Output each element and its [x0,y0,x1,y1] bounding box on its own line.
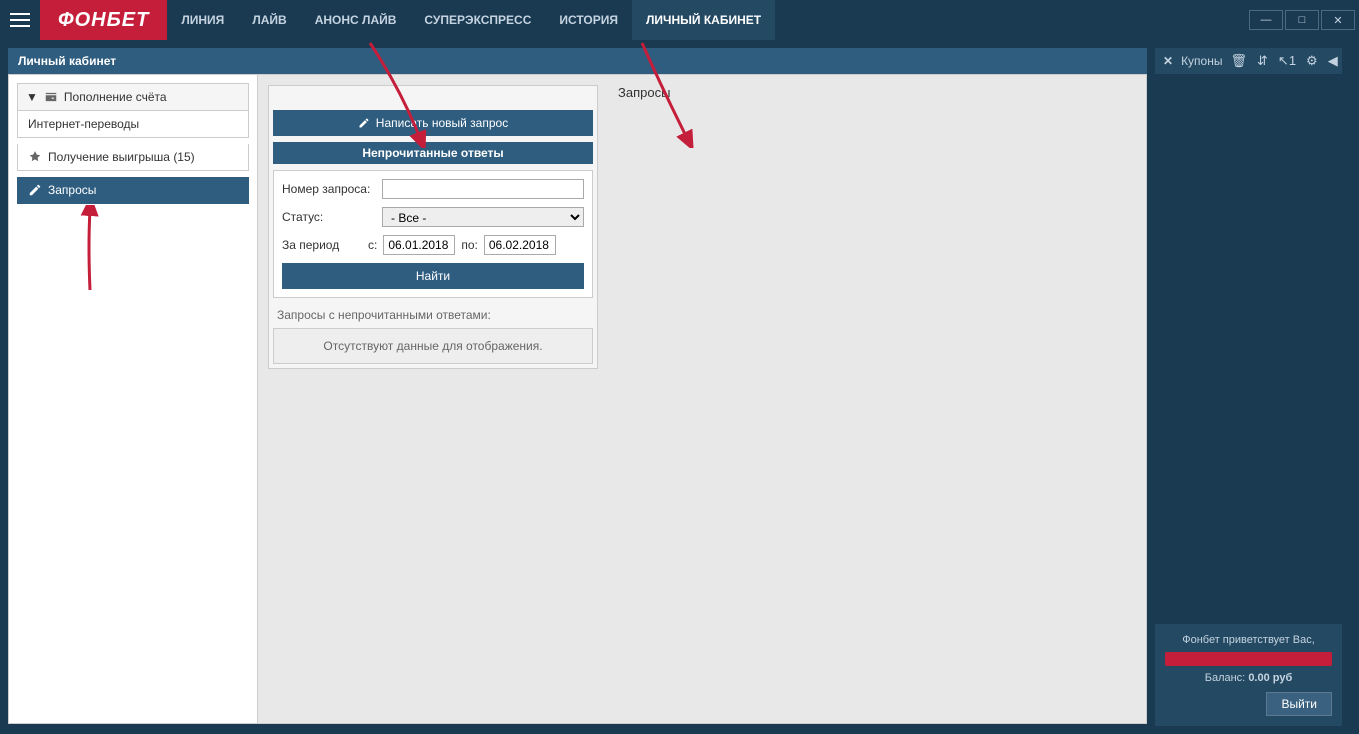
unread-answers-header: Непрочитанные ответы [273,142,593,164]
collapse-icon[interactable]: ◀ [1328,53,1338,69]
hamburger-menu[interactable] [0,0,40,40]
nav-live-announce[interactable]: АНОНС ЛАЙВ [301,0,411,40]
request-number-input[interactable] [382,179,584,199]
sidebar-item-transfers[interactable]: Интернет-переводы [17,111,249,138]
payout-icon [28,150,42,164]
search-button[interactable]: Найти [282,263,584,289]
close-coupons-icon[interactable]: ✕ [1163,54,1173,68]
wallet-icon [44,90,58,104]
nav-history[interactable]: ИСТОРИЯ [545,0,632,40]
sort-icon[interactable]: ⇵ [1257,53,1268,69]
panel-title: Личный кабинет [8,48,1147,74]
nav-live[interactable]: ЛАЙВ [238,0,300,40]
right-column: ✕ Купоны 🗑 ⇵ ↖1 ⚙ ◀ Фонбет приветствует … [1155,40,1350,734]
user-box: Фонбет приветствует Вас, Баланс: 0.00 ру… [1155,624,1342,726]
period-label: За период [282,238,362,252]
sidebar-item-requests[interactable]: Запросы [17,177,249,204]
chevron-down-icon: ▼ [26,90,38,104]
new-request-button[interactable]: Написать новый запрос [273,110,593,136]
sidebar: ▼ Пополнение счёта Интернет-переводы Пол… [9,75,257,723]
top-bar: ФОНБЕТ ЛИНИЯ ЛАЙВ АНОНС ЛАЙВ СУПЕРЭКСПРЕ… [0,0,1359,40]
sidebar-group-deposit[interactable]: ▼ Пополнение счёта [17,83,249,111]
date-to-input[interactable] [484,235,556,255]
logout-button[interactable]: Выйти [1266,692,1332,716]
pen-icon [28,183,42,197]
gear-icon[interactable]: ⚙ [1306,53,1318,69]
requests-heading: Запросы [618,85,670,100]
sidebar-item-payout[interactable]: Получение выигрыша (15) [17,144,249,171]
panel-body: ▼ Пополнение счёта Интернет-переводы Пол… [8,74,1147,724]
coupons-label: Купоны [1181,54,1222,68]
to-label: по: [461,238,478,252]
nav-superexpress[interactable]: СУПЕРЭКСПРЕСС [410,0,545,40]
minimize-button[interactable]: — [1249,10,1283,30]
sidebar-item-label: Запросы [48,183,96,197]
window-controls: — □ ✕ [1249,0,1359,40]
coupons-bar: ✕ Купоны 🗑 ⇵ ↖1 ⚙ ◀ [1155,48,1342,74]
status-select[interactable]: - Все - [382,207,584,227]
from-label: с: [368,238,377,252]
requests-form-panel: Написать новый запрос Непрочитанные отве… [268,85,598,369]
sidebar-group-label: Пополнение счёта [64,90,167,104]
close-button[interactable]: ✕ [1321,10,1355,30]
maximize-button[interactable]: □ [1285,10,1319,30]
request-number-label: Номер запроса: [282,182,382,196]
sidebar-item-label: Получение выигрыша (15) [48,150,195,164]
date-from-input[interactable] [383,235,455,255]
balance-label: Баланс: [1205,672,1246,684]
unread-requests-note: Запросы с непрочитанными ответами: [273,308,593,322]
no-data-message: Отсутствуют данные для отображения. [273,328,593,364]
main-nav: ЛИНИЯ ЛАЙВ АНОНС ЛАЙВ СУПЕРЭКСПРЕСС ИСТО… [167,0,775,40]
filter-box: Номер запроса: Статус: - Все - За период… [273,170,593,298]
nav-line[interactable]: ЛИНИЯ [167,0,238,40]
trash-icon[interactable]: 🗑 [1230,53,1247,69]
greeting-text: Фонбет приветствует Вас, [1165,634,1332,646]
balance-value: 0.00 руб [1248,672,1292,684]
coupon-count[interactable]: ↖1 [1278,53,1296,69]
status-label: Статус: [282,210,382,224]
new-request-label: Написать новый запрос [376,116,508,130]
content-area: Написать новый запрос Непрочитанные отве… [257,75,1146,723]
brand-logo[interactable]: ФОНБЕТ [40,0,167,40]
user-name-redacted [1165,652,1332,666]
pen-icon [358,117,370,129]
nav-account[interactable]: ЛИЧНЫЙ КАБИНЕТ [632,0,775,40]
